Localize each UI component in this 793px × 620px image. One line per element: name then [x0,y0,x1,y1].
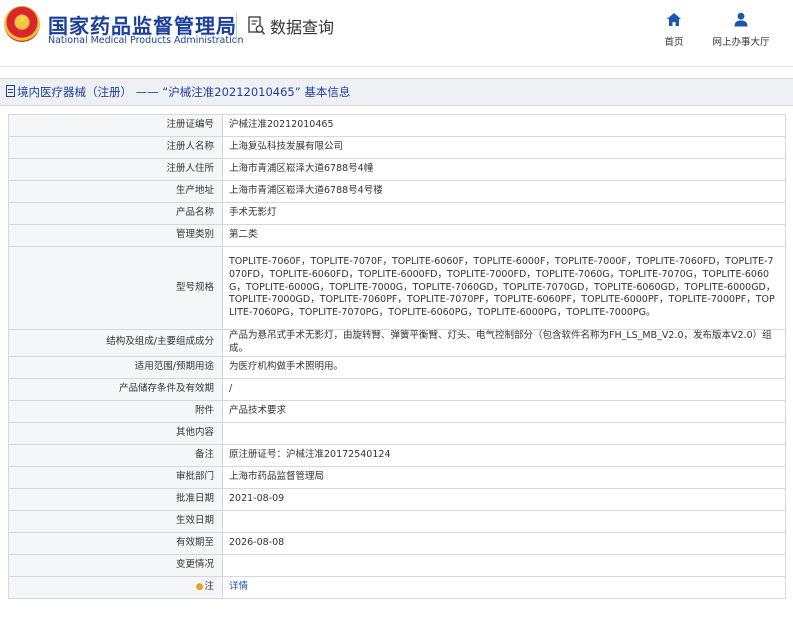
table-row: 生产地址 上海市青浦区崧泽大道6788号4号楼 [8,180,786,203]
field-value: 2021-08-09 [222,487,786,511]
record-title-bar: 境内医疗器械（注册） —— “沪械注准20212010465” 基本信息 [0,78,793,106]
home-icon [667,13,681,26]
table-row: 备注 原注册证号：沪械注准20172540124 [8,443,786,467]
field-label: 批准日期 [8,487,223,511]
field-value: 上海市青浦区崧泽大道6788号4号楼 [222,180,786,203]
field-label: 附件 [8,399,223,423]
header-divider [236,12,237,42]
field-value [222,553,786,577]
field-label: 注册证编号 [8,114,223,137]
field-label: 注 [204,580,214,592]
field-value: 第二类 [222,224,786,247]
table-row: 注册人住所 上海市青浦区崧泽大道6788号4幢 [8,158,786,181]
table-row: 管理类别 第二类 [8,224,786,247]
field-value [222,509,786,533]
field-value: / [222,377,786,401]
table-row: 产品储存条件及有效期 / [8,377,786,401]
table-row: 注册证编号 沪械注准20212010465 [8,114,786,137]
note-label-cell: ●注 [8,575,223,599]
national-emblem-icon: ★ [4,6,40,42]
field-value: 原注册证号：沪械注准20172540124 [222,443,786,467]
field-label: 结构及组成/主要组成成分 [8,329,223,357]
table-row: 有效期至 2026-08-08 [8,531,786,555]
data-query-link[interactable]: 数据查询 [248,14,334,38]
field-label: 产品名称 [8,202,223,225]
table-row: 生效日期 [8,509,786,533]
bulb-icon: ● [195,581,204,592]
field-value: 沪械注准20212010465 [222,114,786,137]
field-value: 上海复弘科技发展有限公司 [222,136,786,159]
page-title: 境内医疗器械（注册） —— “沪械注准20212010465” 基本信息 [17,85,351,99]
header-rule [0,66,793,67]
field-label: 注册人住所 [8,158,223,181]
field-value: 产品为悬吊式手术无影灯，由旋转臂、弹簧平衡臂、灯头、电气控制部分（包含软件名称为… [222,329,786,357]
nav-home-label: 首页 [664,37,684,48]
table-row: 产品名称 手术无影灯 [8,202,786,225]
device-info-table: 注册证编号 沪械注准20212010465 注册人名称 上海复弘科技发展有限公司… [8,114,786,599]
field-value: 2026-08-08 [222,531,786,555]
field-value: 产品技术要求 [222,399,786,423]
table-row: ●注 详情 [8,575,786,599]
org-name-en: National Medical Products Administration [48,35,244,46]
field-label: 管理类别 [8,224,223,247]
details-link[interactable]: 详情 [229,581,248,592]
field-label: 适用范围/预期用途 [8,355,223,379]
field-value: 上海市药品监督管理局 [222,465,786,489]
user-icon [734,12,748,27]
nav-home[interactable]: 首页 [656,12,692,48]
table-row: 审批部门 上海市药品监督管理局 [8,465,786,489]
table-row: 其他内容 [8,421,786,445]
field-label: 生效日期 [8,509,223,533]
table-row: 附件 产品技术要求 [8,399,786,423]
field-label: 型号规格 [8,246,223,330]
table-row: 型号规格 TOPLITE-7060F，TOPLITE-7070F，TOPLITE… [8,246,786,330]
nav-online-service-hall[interactable]: 网上办事大厅 [708,12,774,48]
table-row: 批准日期 2021-08-09 [8,487,786,511]
table-row: 注册人名称 上海复弘科技发展有限公司 [8,136,786,159]
field-label: 备注 [8,443,223,467]
field-value: 上海市青浦区崧泽大道6788号4幢 [222,158,786,181]
field-value: 为医疗机构做手术照明用。 [222,355,786,379]
table-row: 变更情况 [8,553,786,577]
field-label: 产品储存条件及有效期 [8,377,223,401]
site-header: ★ 国家药品监督管理局 National Medical Products Ad… [0,0,793,66]
field-value: TOPLITE-7060F，TOPLITE-7070F，TOPLITE-6060… [222,246,786,330]
field-label: 变更情况 [8,553,223,577]
field-label: 审批部门 [8,465,223,489]
document-icon [6,85,15,97]
field-value [222,421,786,445]
field-label: 其他内容 [8,421,223,445]
document-search-icon [248,16,266,36]
field-value: 手术无影灯 [222,202,786,225]
field-label: 生产地址 [8,180,223,203]
data-query-label: 数据查询 [270,18,335,37]
field-label: 有效期至 [8,531,223,555]
field-label: 注册人名称 [8,136,223,159]
table-row: 适用范围/预期用途 为医疗机构做手术照明用。 [8,355,786,379]
note-value-cell: 详情 [222,575,786,599]
nav-online-service-label: 网上办事大厅 [712,37,770,48]
table-row: 结构及组成/主要组成成分 产品为悬吊式手术无影灯，由旋转臂、弹簧平衡臂、灯头、电… [8,329,786,357]
